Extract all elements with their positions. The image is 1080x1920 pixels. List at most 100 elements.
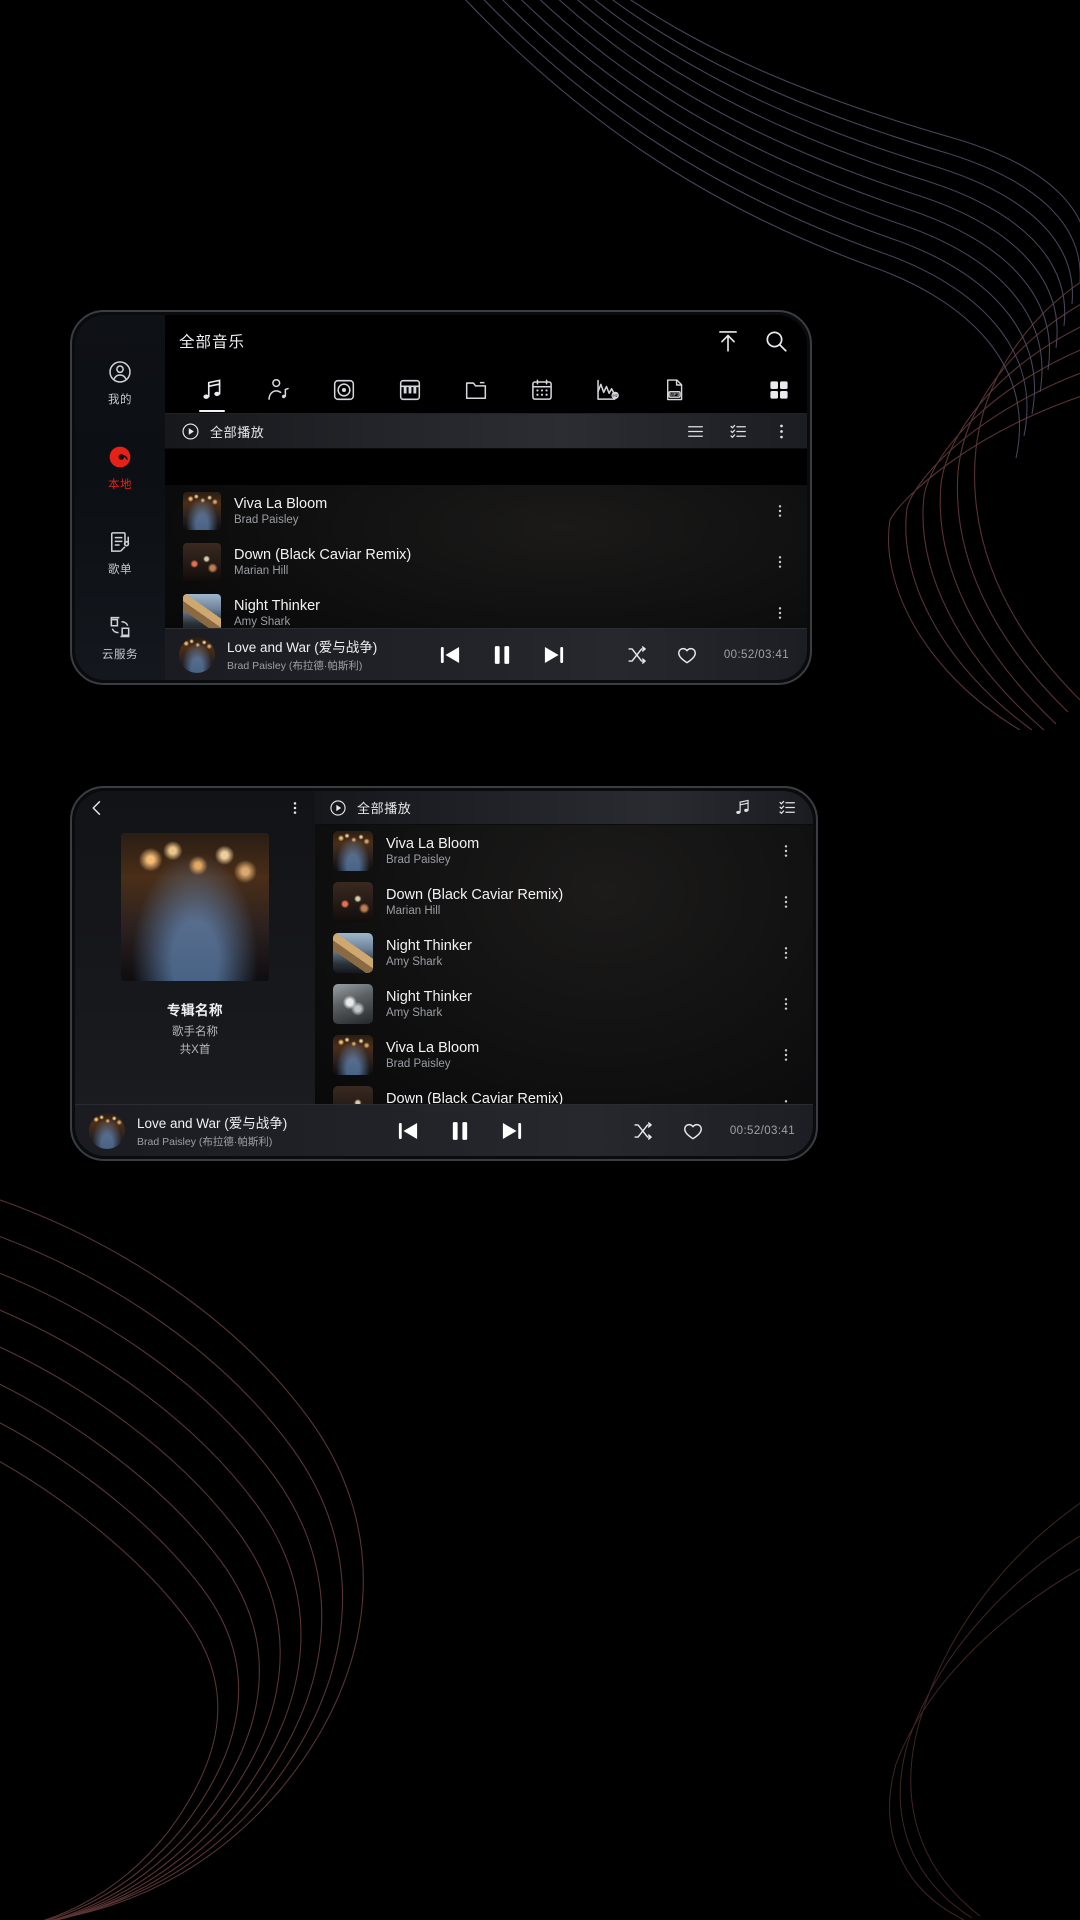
tab-songs[interactable]: [179, 367, 245, 413]
song-meta: Viva La Bloom Brad Paisley: [386, 836, 764, 866]
topo-lines-bottom-left: [0, 1170, 680, 1920]
now-playing-art[interactable]: [179, 636, 215, 673]
chevron-left-icon[interactable]: [87, 798, 107, 818]
pause-icon[interactable]: [447, 1118, 473, 1144]
album-art: [333, 1034, 373, 1075]
more-vertical-icon[interactable]: [772, 422, 791, 441]
album-art: [333, 881, 373, 922]
now-playing-title: Love and War (爱与战争): [137, 1116, 288, 1131]
user-circle-icon: [109, 361, 131, 384]
row-more-button[interactable]: [777, 945, 795, 961]
play-all-bar[interactable]: 全部播放: [165, 413, 807, 449]
album-cover[interactable]: [121, 833, 269, 981]
playback-time: 00:52/03:41: [729, 1124, 796, 1137]
pause-icon[interactable]: [489, 642, 515, 668]
tablet-frame-album-detail: 专辑名称 歌手名称 共X首 全部播放 Viva La Bloom Brad Pa…: [70, 786, 818, 1161]
sidebar: 我的 本地 歌单 云服务: [75, 315, 165, 680]
main-content: 全部音乐 Hz MP3 全部播放 Viva La Bloom Brad Pais…: [165, 315, 807, 680]
category-tabs: Hz MP3: [165, 367, 807, 413]
row-more-button[interactable]: [771, 605, 789, 621]
song-artist: Brad Paisley: [234, 513, 299, 526]
sidebar-item-local[interactable]: 本地: [75, 426, 165, 511]
table-row[interactable]: Viva La Bloom Brad Paisley: [315, 825, 813, 876]
more-vertical-icon: [784, 997, 788, 1010]
song-artist: Brad Paisley: [386, 1057, 451, 1070]
table-row[interactable]: Down (Black Caviar Remix) Marian Hill: [165, 536, 807, 587]
svg-text:MP3: MP3: [670, 392, 680, 397]
list-icon[interactable]: [686, 422, 705, 441]
song-title: Night Thinker: [234, 597, 320, 614]
heart-icon[interactable]: [676, 644, 698, 666]
now-playing-meta: Love and War (爱与战争) Brad Paisley (布拉德·帕斯…: [137, 1112, 287, 1149]
grid-view-button[interactable]: [767, 378, 791, 402]
row-more-button[interactable]: [771, 554, 789, 570]
album-track-count: 共X首: [179, 1044, 211, 1056]
row-more-button[interactable]: [777, 894, 795, 910]
transport-controls: [395, 1118, 525, 1144]
album-art: [183, 542, 221, 581]
song-artist: Amy Shark: [386, 1006, 443, 1019]
play-circle-icon[interactable]: [181, 422, 200, 441]
checklist-icon[interactable]: [778, 798, 797, 817]
now-playing-art[interactable]: [89, 1112, 125, 1149]
play-all-bar[interactable]: 全部播放: [315, 791, 813, 825]
row-more-button[interactable]: [777, 843, 795, 859]
vinyl-disc-icon: [109, 446, 131, 468]
more-vertical-icon: [778, 555, 782, 568]
player-extras: [632, 1120, 704, 1142]
song-title: Viva La Bloom: [386, 1039, 480, 1056]
playback-time: 00:52/03:41: [723, 648, 790, 661]
play-circle-icon[interactable]: [329, 799, 347, 817]
row-more-button[interactable]: [771, 503, 789, 519]
play-all-actions: [686, 422, 791, 441]
heart-icon[interactable]: [682, 1120, 704, 1142]
table-row[interactable]: Night Thinker Amy Shark: [315, 927, 813, 978]
topo-lines-bottom-right: [620, 1480, 1080, 1920]
shuffle-icon[interactable]: [626, 644, 648, 666]
more-vertical-icon[interactable]: [287, 800, 303, 816]
tab-albums[interactable]: [311, 367, 377, 413]
tab-format[interactable]: MP3: [641, 367, 707, 413]
skip-next-icon[interactable]: [541, 642, 567, 668]
sidebar-item-mine[interactable]: 我的: [75, 341, 165, 426]
skip-previous-icon[interactable]: [437, 642, 463, 668]
row-more-button[interactable]: [777, 996, 795, 1012]
song-artist: Amy Shark: [234, 615, 291, 628]
sidebar-item-label: 云服务: [102, 648, 138, 661]
song-artist: Amy Shark: [386, 955, 443, 968]
player-bar: Love and War (爱与战争) Brad Paisley (布拉德·帕斯…: [75, 1104, 813, 1156]
table-row[interactable]: Night Thinker Amy Shark: [315, 978, 813, 1029]
sidebar-item-playlists[interactable]: 歌单: [75, 511, 165, 596]
tab-hires[interactable]: Hz: [575, 367, 641, 413]
tab-recent[interactable]: [509, 367, 575, 413]
table-row[interactable]: Viva La Bloom Brad Paisley: [165, 485, 807, 536]
sidebar-item-cloud[interactable]: 云服务: [75, 595, 165, 680]
checklist-icon[interactable]: [729, 422, 748, 441]
song-title: Viva La Bloom: [234, 495, 328, 512]
more-vertical-icon: [784, 946, 788, 959]
row-more-button[interactable]: [777, 1047, 795, 1063]
tab-genres[interactable]: [377, 367, 443, 413]
upload-arrow-icon[interactable]: [715, 328, 741, 354]
song-meta: Down (Black Caviar Remix) Marian Hill: [234, 547, 758, 577]
search-icon[interactable]: [763, 328, 789, 354]
album-pane-toolbar: [75, 791, 315, 825]
album-name: 专辑名称: [167, 1003, 223, 1018]
tab-folders[interactable]: [443, 367, 509, 413]
song-meta: Viva La Bloom Brad Paisley: [386, 1040, 764, 1070]
shuffle-icon[interactable]: [632, 1120, 654, 1142]
skip-previous-icon[interactable]: [395, 1118, 421, 1144]
now-playing-meta: Love and War (爱与战争) Brad Paisley (布拉德·帕斯…: [227, 636, 377, 673]
table-row[interactable]: Viva La Bloom Brad Paisley: [315, 1029, 813, 1080]
waveform-hz-icon: Hz: [597, 379, 619, 400]
song-meta: Night Thinker Amy Shark: [234, 598, 758, 628]
more-vertical-icon: [784, 844, 788, 857]
sidebar-item-label: 我的: [108, 394, 132, 407]
artist-icon: [268, 378, 289, 400]
song-artist: Marian Hill: [234, 564, 289, 577]
tab-artists[interactable]: [245, 367, 311, 413]
skip-next-icon[interactable]: [499, 1118, 525, 1144]
album-detail-pane: 专辑名称 歌手名称 共X首: [75, 791, 315, 1156]
music-note-icon[interactable]: [733, 798, 752, 817]
table-row[interactable]: Down (Black Caviar Remix) Marian Hill: [315, 876, 813, 927]
